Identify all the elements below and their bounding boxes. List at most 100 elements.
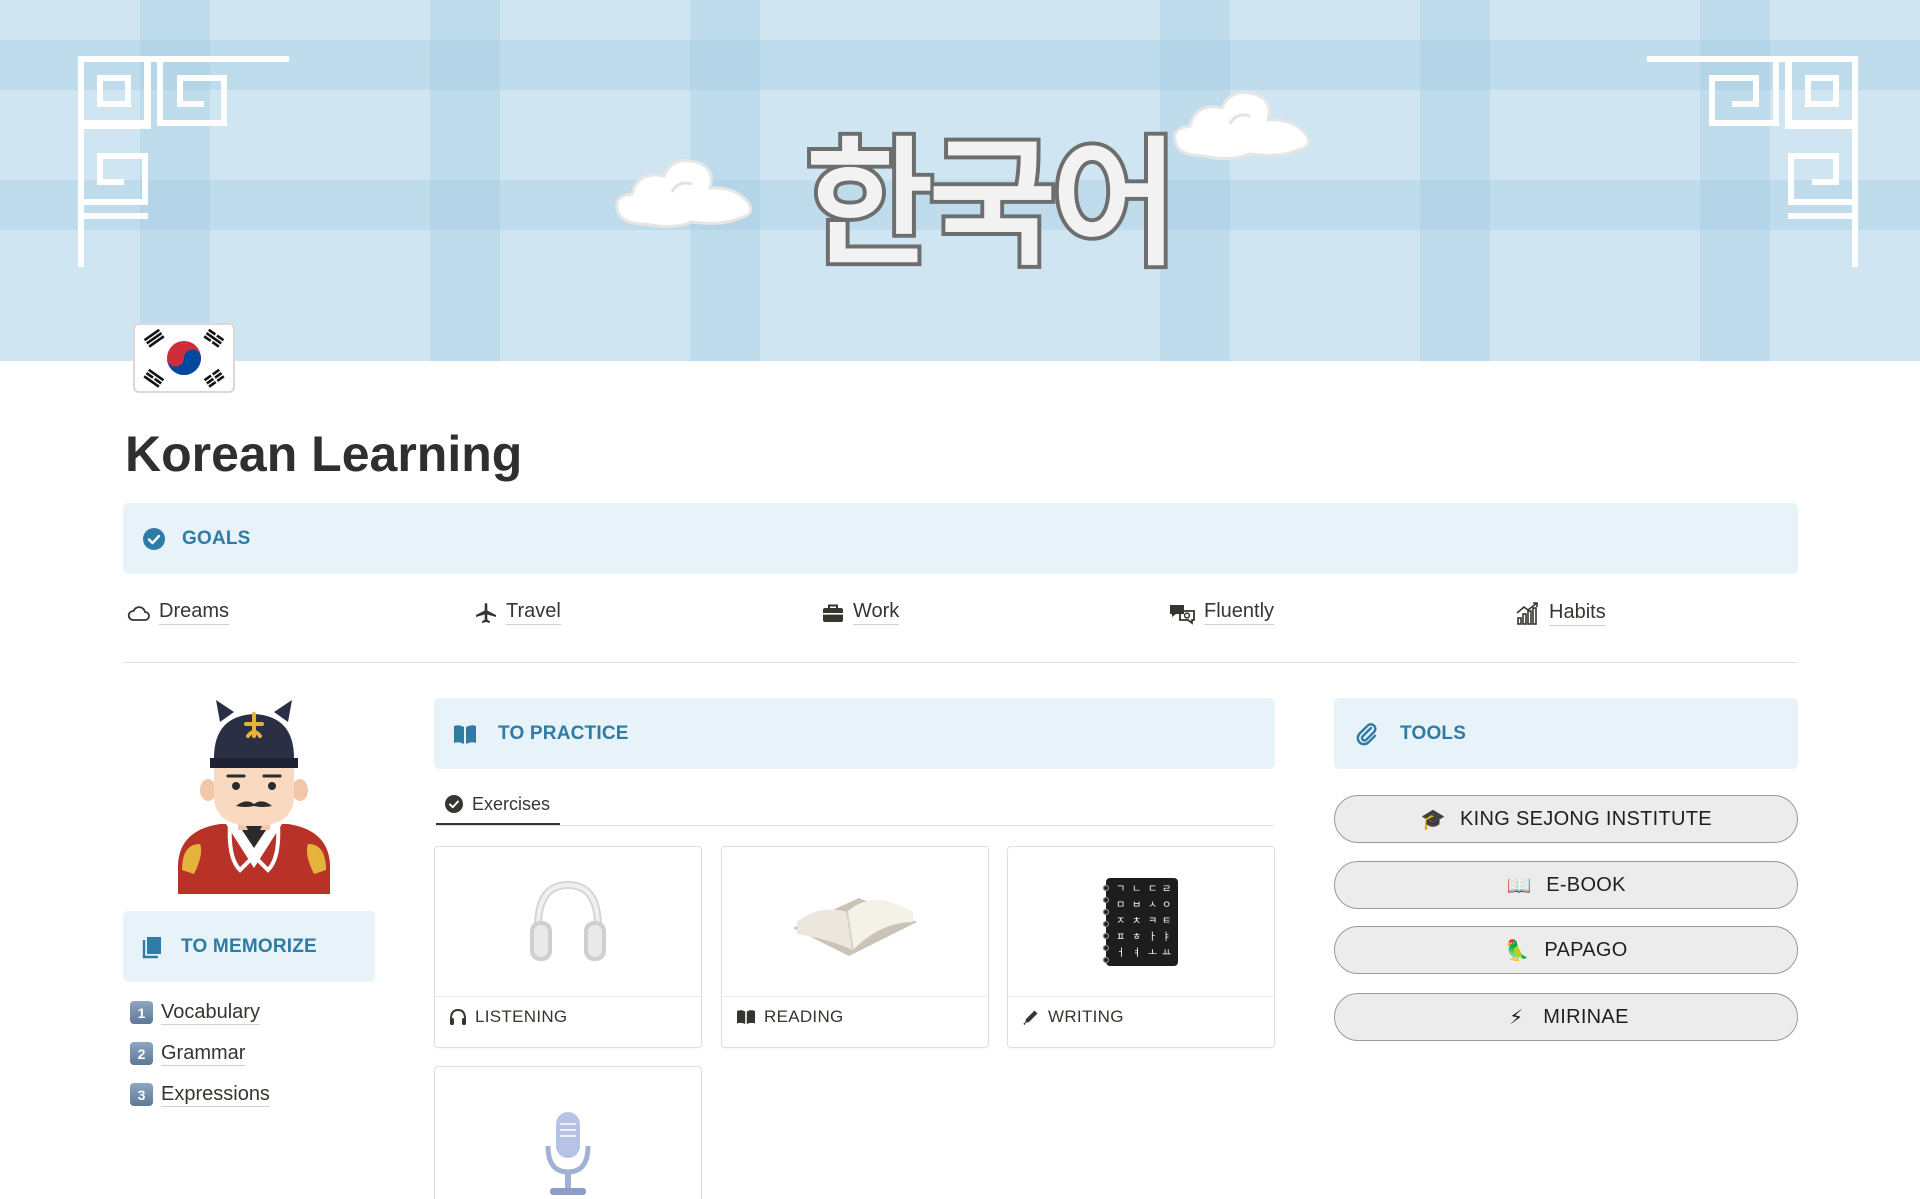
paperclip-icon	[1354, 721, 1380, 747]
goal-dreams[interactable]: Dreams	[127, 600, 230, 625]
svg-text:ㅅ: ㅅ	[1148, 900, 1157, 911]
svg-text:ㅗ: ㅗ	[1148, 948, 1157, 959]
check-circle-icon	[445, 795, 463, 813]
tools-label: TOOLS	[1400, 722, 1467, 744]
card-caption: LISTENING	[449, 1007, 567, 1027]
card-image	[435, 1067, 701, 1199]
page-title: Korean Learning	[125, 426, 523, 482]
goal-label: Work	[853, 600, 900, 625]
headphones-icon	[530, 880, 606, 961]
svg-text:ㄱ: ㄱ	[1116, 884, 1125, 895]
svg-text:ㅈ: ㅈ	[1116, 916, 1125, 927]
svg-text:ㅍ: ㅍ	[1116, 932, 1125, 943]
check-circle-icon	[141, 526, 167, 552]
section-divider	[123, 662, 1798, 663]
card-image	[722, 847, 988, 997]
card-label: READING	[764, 1007, 844, 1026]
book-icon	[737, 1010, 755, 1024]
svg-text:ㅁ: ㅁ	[1116, 900, 1125, 911]
king-sejong-avatar	[178, 700, 330, 894]
book-icon	[793, 897, 917, 956]
cloud-right-icon	[1173, 91, 1311, 161]
cloud-icon	[127, 605, 150, 621]
svg-text:ㅊ: ㅊ	[1132, 916, 1141, 927]
memorize-item-expressions[interactable]: 3 Expressions	[130, 1074, 270, 1115]
tab-underline	[434, 825, 1274, 826]
svg-text:ㅕ: ㅕ	[1132, 947, 1141, 959]
papago-button[interactable]: 🦜 PAPAGO	[1334, 926, 1798, 974]
svg-text:ㅏ: ㅏ	[1148, 931, 1157, 943]
goal-work[interactable]: Work	[821, 600, 900, 625]
tab-exercises[interactable]: Exercises	[436, 785, 561, 826]
goal-travel[interactable]: Travel	[474, 600, 561, 625]
microphone-icon	[545, 1112, 591, 1195]
keycap-3-icon: 3	[130, 1083, 153, 1106]
goal-label: Travel	[506, 600, 561, 625]
airplane-icon	[476, 602, 496, 623]
card-listening[interactable]: LISTENING	[434, 846, 702, 1048]
graduation-cap-icon: 🎓	[1420, 808, 1446, 831]
mirinae-button[interactable]: ⚡ MIRINAE	[1334, 993, 1798, 1041]
keycap-2-icon: 2	[130, 1042, 153, 1065]
button-label: E-BOOK	[1546, 873, 1626, 896]
svg-text:ㅌ: ㅌ	[1162, 916, 1171, 927]
goal-habits[interactable]: Habits	[1515, 600, 1606, 626]
king-sejong-institute-button[interactable]: 🎓 KING SEJONG INSTITUTE	[1334, 795, 1798, 843]
svg-text:ㄷ: ㄷ	[1148, 884, 1157, 895]
memorize-list: 1 Vocabulary 2 Grammar 3 Expressions	[130, 992, 270, 1115]
chat-bubbles-icon	[1170, 604, 1195, 625]
memorize-item-grammar[interactable]: 2 Grammar	[130, 1033, 270, 1074]
card-reading[interactable]: READING	[721, 846, 989, 1048]
svg-text:ㄴ: ㄴ	[1132, 884, 1141, 895]
svg-text:ㅇ: ㅇ	[1162, 900, 1171, 911]
korean-flag-icon	[133, 323, 235, 393]
e-book-button[interactable]: 📖 E-BOOK	[1334, 861, 1798, 909]
cover-title: 한국어	[806, 124, 1179, 285]
goal-label: Fluently	[1204, 600, 1275, 625]
memorize-item-label: Grammar	[161, 1041, 246, 1066]
card-caption: WRITING	[1022, 1007, 1124, 1027]
goal-label: Dreams	[159, 600, 230, 625]
goal-label: Habits	[1549, 601, 1606, 626]
practice-label: TO PRACTICE	[498, 722, 629, 744]
button-label: MIRINAE	[1543, 1005, 1629, 1028]
cloud-left-icon	[615, 159, 753, 229]
card-label: LISTENING	[475, 1007, 568, 1026]
memorize-callout: TO MEMORIZE	[123, 911, 375, 982]
goal-fluently[interactable]: Fluently	[1168, 600, 1275, 625]
card-caption: READING	[736, 1007, 844, 1027]
card-writing[interactable]: ㄱㄴㄷㄹ ㅁㅂㅅㅇ ㅈㅊㅋㅌ ㅍㅎㅏㅑ ㅓㅕㅗㅛ WRITING	[1007, 846, 1275, 1048]
practice-callout: TO PRACTICE	[434, 698, 1275, 769]
card-image	[435, 847, 701, 997]
svg-text:ㅑ: ㅑ	[1162, 931, 1171, 943]
briefcase-icon	[823, 604, 843, 622]
card-label: WRITING	[1048, 1007, 1124, 1026]
open-book-icon: 📖	[1506, 874, 1532, 897]
memorize-item-label: Vocabulary	[161, 1000, 260, 1025]
chart-icon	[1516, 602, 1538, 625]
pencil-icon	[1023, 1010, 1038, 1025]
cover-banner: 한국어 한국어	[0, 0, 1920, 361]
headphones-icon	[450, 1008, 466, 1025]
svg-text:ㅋ: ㅋ	[1148, 916, 1157, 927]
hangul-notebook-icon: ㄱㄴㄷㄹ ㅁㅂㅅㅇ ㅈㅊㅋㅌ ㅍㅎㅏㅑ ㅓㅕㅗㅛ	[1102, 877, 1178, 966]
tools-callout: TOOLS	[1334, 698, 1798, 769]
ornament-right-icon	[1647, 56, 1858, 267]
memorize-item-vocabulary[interactable]: 1 Vocabulary	[130, 992, 270, 1033]
svg-text:ㅓ: ㅓ	[1116, 947, 1125, 959]
lightning-icon: ⚡	[1509, 1006, 1524, 1029]
goals-list: Dreams Travel Work Fluently Habits	[125, 600, 1798, 636]
svg-text:ㅛ: ㅛ	[1162, 948, 1171, 959]
memorize-label: TO MEMORIZE	[181, 935, 317, 957]
svg-text:ㅎ: ㅎ	[1132, 932, 1141, 943]
card-image: ㄱㄴㄷㄹ ㅁㅂㅅㅇ ㅈㅊㅋㅌ ㅍㅎㅏㅑ ㅓㅕㅗㅛ	[1008, 847, 1274, 997]
parrot-icon: 🦜	[1504, 939, 1530, 962]
tab-label: Exercises	[472, 793, 551, 814]
keycap-1-icon: 1	[130, 1001, 153, 1024]
notebook-icon	[140, 934, 166, 960]
card-speaking[interactable]	[434, 1066, 702, 1199]
ornament-left-icon	[78, 56, 289, 267]
open-book-icon	[452, 721, 478, 747]
svg-text:ㅂ: ㅂ	[1132, 900, 1141, 911]
goals-callout: GOALS	[123, 503, 1798, 574]
